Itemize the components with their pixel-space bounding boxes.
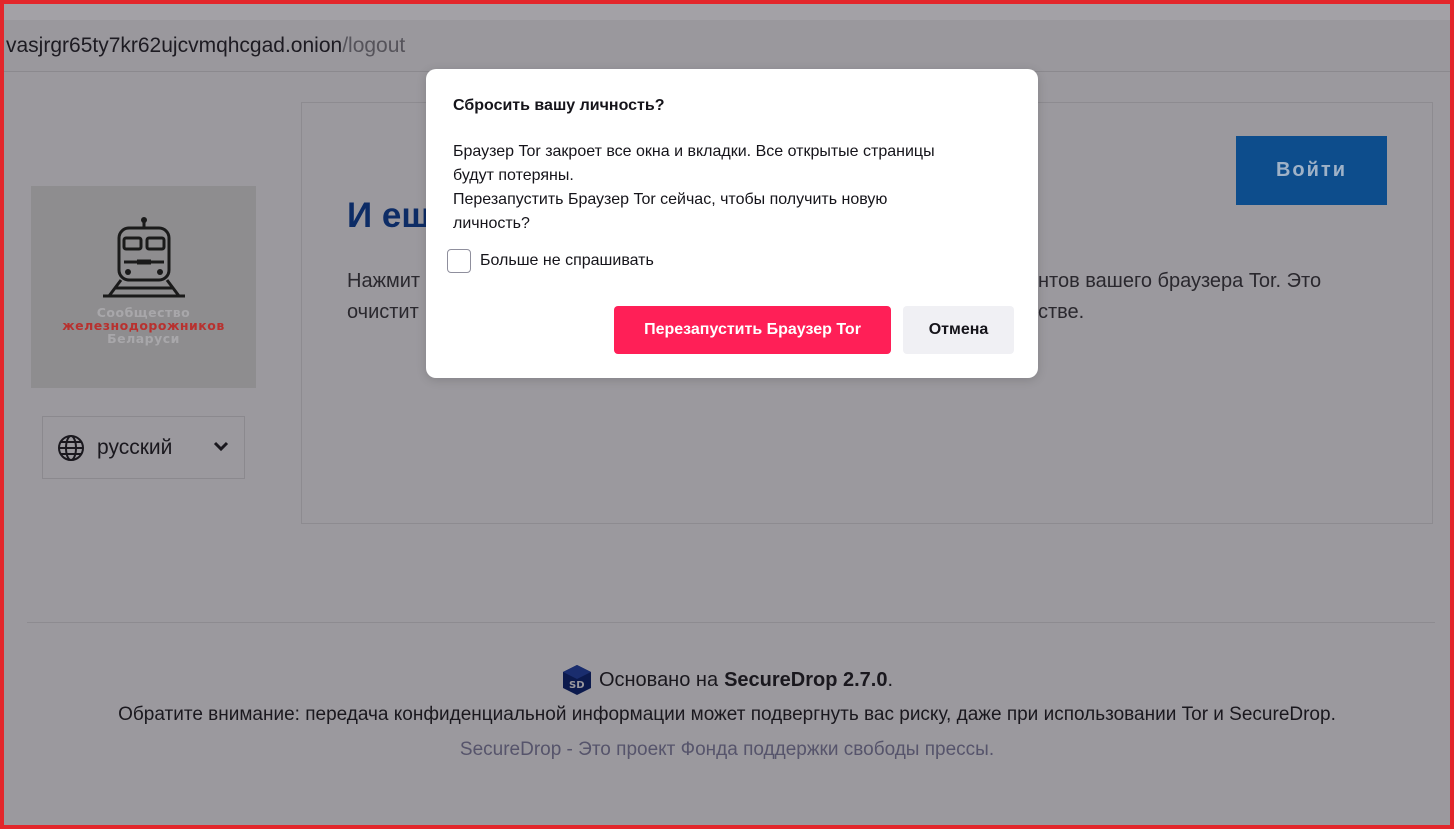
- paragraph-left-line-2: очистит: [347, 301, 419, 323]
- footer-divider: [27, 622, 1435, 623]
- dialog-message-line-1: Браузер Tor закроет все окна и вкладки. …: [453, 143, 935, 160]
- dialog-message-line-2: будут потеряны.: [453, 167, 574, 184]
- address-host: vasjrgr65ty7kr62ujcvmqhcgad.onion: [6, 33, 343, 57]
- dont-ask-checkbox[interactable]: [447, 249, 471, 273]
- login-button[interactable]: Войти: [1236, 136, 1387, 205]
- address-path: /logout: [342, 33, 406, 57]
- organization-logo: Сообщество железнодорожников Беларуси: [31, 186, 256, 388]
- language-selected: русский: [97, 435, 173, 459]
- language-selector[interactable]: русский: [42, 416, 245, 479]
- dialog-title: Сбросить вашу личность?: [453, 97, 665, 114]
- svg-text:SD: SD: [569, 680, 585, 691]
- restart-tor-browser-button[interactable]: Перезапустить Браузер Tor: [614, 306, 891, 354]
- logo-line-3: Беларуси: [107, 331, 180, 346]
- powered-by-suffix: .: [887, 668, 894, 691]
- chevron-down-icon: [213, 441, 229, 452]
- logo-text: Сообщество железнодорожников Беларуси: [31, 306, 256, 345]
- powered-by: SD Основано на SecureDrop 2.7.0 .: [0, 664, 1454, 696]
- paragraph-right-line-1: нтов вашего браузера Tor. Это: [1038, 270, 1322, 292]
- dont-ask-checkbox-row[interactable]: Больше не спрашивать: [447, 249, 654, 273]
- security-warning: Обратите внимание: передача конфиденциал…: [118, 704, 1336, 725]
- cancel-button[interactable]: Отмена: [903, 306, 1014, 354]
- dialog-message-line-3: Перезапустить Браузер Tor сейчас, чтобы …: [453, 191, 888, 208]
- dialog-message: Браузер Tor закроет все окна и вкладки. …: [453, 140, 1013, 236]
- paragraph-left-line-1: Нажмит: [347, 270, 421, 292]
- train-icon: [103, 217, 185, 298]
- securedrop-icon: SD: [562, 665, 591, 695]
- page-heading: И ещ: [347, 196, 431, 235]
- powered-by-product[interactable]: SecureDrop 2.7.0: [724, 669, 887, 692]
- browser-tab-strip: [4, 4, 1450, 20]
- project-note-link[interactable]: SecureDrop - Это проект Фонда поддержки …: [0, 739, 1454, 761]
- globe-icon: [58, 434, 84, 461]
- page-paragraph-left: Нажмит очистит: [347, 266, 437, 328]
- new-identity-dialog: Сбросить вашу личность? Браузер Tor закр…: [426, 69, 1038, 378]
- dialog-message-line-4: личность?: [453, 215, 530, 232]
- address-bar[interactable]: vasjrgr65ty7kr62ujcvmqhcgad.onion/logout: [4, 20, 1450, 72]
- page-paragraph-right: нтов вашего браузера Tor. Это стве.: [1038, 266, 1418, 328]
- powered-by-prefix: Основано на: [598, 668, 719, 691]
- dont-ask-label[interactable]: Больше не спрашивать: [480, 252, 654, 270]
- paragraph-right-line-2: стве.: [1038, 301, 1085, 323]
